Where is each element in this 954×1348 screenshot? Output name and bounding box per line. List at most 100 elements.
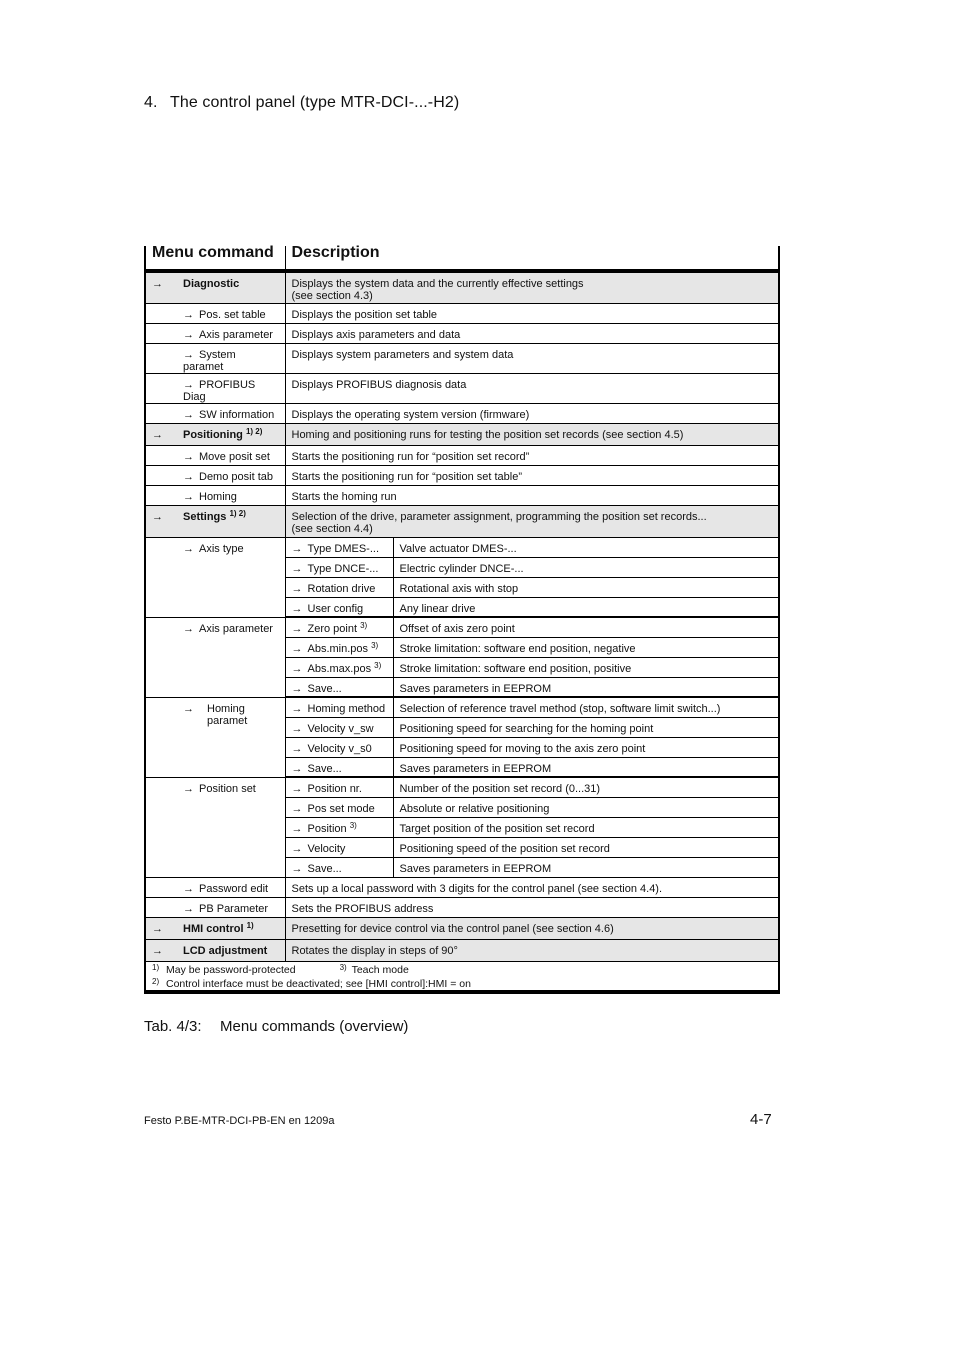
submenu-label: Abs.min.pos <box>307 642 369 655</box>
description-cell: Homing and positioning runs for testing … <box>285 423 780 446</box>
submenu-cell: → Homing method <box>285 697 394 718</box>
description-cell: Stroke limitation: software end position… <box>393 657 780 678</box>
table-row-homing-paramet-1: → Homing paramet → Homing method Selection … <box>144 697 780 778</box>
arrow-right-icon: → <box>291 582 303 595</box>
menu-label: Positioning <box>183 428 243 441</box>
submenu-label: Save... <box>307 682 342 695</box>
arrow-right-icon: → <box>291 822 303 835</box>
submenu-cell: → User config <box>285 597 394 618</box>
arrow-right-icon: → <box>183 378 194 391</box>
description-cell: Selection of the drive, parameter assign… <box>285 505 780 538</box>
menu-label: LCD adjustment <box>183 944 268 957</box>
table-row-password-edit: → Password edit Sets up a local password … <box>144 877 780 898</box>
menu-label: Demo posit tab <box>199 470 273 483</box>
footnote-number: 3) <box>339 962 347 972</box>
menu-label: Axis parameter <box>199 328 273 341</box>
description-cell: Starts the positioning run for “position… <box>285 445 780 466</box>
menu-label: Diagnostic <box>183 278 240 290</box>
header-menu-command: Menu command <box>144 245 286 273</box>
arrow-right-icon: → <box>291 703 303 715</box>
arrow-right-icon: → <box>291 862 303 875</box>
menu-label: Pos. set table <box>199 308 266 321</box>
menu-label: Axis type <box>199 542 244 555</box>
menu-cell: → PB Parameter <box>144 897 286 918</box>
description-cell: Number of the position set record (0...3… <box>393 777 780 798</box>
table-header-row: Menu command Description <box>144 245 780 273</box>
table-row-profibus-diag: → PROFIBUS Diag Displays PROFIBUS diagnos… <box>144 373 780 404</box>
footnote-ref: 3) <box>360 621 368 630</box>
submenu-cell: → Type DMES-... <box>285 537 394 558</box>
submenu-cell: → Zero point 3) <box>285 617 394 638</box>
arrow-right-icon: → <box>291 542 303 555</box>
arrow-right-icon: → <box>152 944 163 957</box>
menu-cell-position-set: → Position set <box>144 777 286 878</box>
menu-cell: → SW information <box>144 403 286 424</box>
arrow-right-icon: → <box>183 348 194 361</box>
footer-document-id: Festo P.BE-MTR-DCI-PB-EN en 1209a <box>144 1115 335 1127</box>
arrow-right-icon: → <box>183 308 194 321</box>
table-row-system-paramet: → System paramet Displays system paramete… <box>144 343 780 374</box>
submenu-label: Position nr. <box>307 783 362 795</box>
table-row-axis-type-1: → Axis type → Type DMES-... Valve actuator… <box>144 537 780 618</box>
submenu-label: Pos set mode <box>307 802 375 815</box>
table-row-position-set-1: → Position set → Position nr. Number of th… <box>144 777 780 878</box>
description-cell: Any linear drive <box>393 597 780 618</box>
arrow-right-icon: → <box>291 682 303 695</box>
submenu-cell: → Rotation drive <box>285 577 394 598</box>
table-row-lcd-adjustment: → LCD adjustment Rotates the display in s… <box>144 939 780 962</box>
submenu-cell: → Save... <box>285 757 394 778</box>
description-cell: Rotates the display in steps of 90° <box>285 939 780 962</box>
submenu-cell: → Velocity v_sw <box>285 717 394 738</box>
menu-cell: → Demo posit tab <box>144 465 286 486</box>
arrow-right-icon: → <box>291 802 303 815</box>
menu-label: Move posit set <box>199 450 270 463</box>
table-caption: Tab. 4/3: Menu commands (overview) <box>144 1018 408 1035</box>
submenu-cell: → Position nr. <box>285 777 394 798</box>
arrow-right-icon: → <box>183 782 194 795</box>
description-line: (see section 4.4) <box>291 522 373 535</box>
description-cell: Saves parameters in EEPROM <box>393 857 780 878</box>
submenu-label: Type DMES-... <box>307 542 380 555</box>
table-row-positioning: → Positioning 1) 2) Homing and positionin… <box>144 423 780 446</box>
menu-cell: → Homing <box>144 485 286 506</box>
menu-cell: → Diagnostic <box>144 271 286 304</box>
submenu-cell: → Position 3) <box>285 817 394 838</box>
arrow-right-icon: → <box>291 623 303 635</box>
menu-label: SW information <box>199 408 275 421</box>
arrow-right-icon: → <box>183 328 194 341</box>
arrow-right-icon: → <box>183 470 194 483</box>
footnote-text: Teach mode <box>351 963 409 976</box>
submenu-label: Type DNCE-... <box>307 562 379 575</box>
table-row-pos-set-table: → Pos. set table Displays the position se… <box>144 303 780 324</box>
footnote-line: 1) May be password-protected 3) Teach mode <box>152 962 772 976</box>
menu-cell: → System paramet <box>144 343 286 374</box>
footnote-line: 2) Control interface must be deactivated;… <box>152 976 772 990</box>
menu-cell: → Positioning 1) 2) <box>144 423 286 446</box>
menu-commands-table-wrapper: Menu command Description → Diagnostic Dis… <box>144 245 780 994</box>
description-cell: Offset of axis zero point <box>393 617 780 638</box>
description-cell: Sets up a local password with 3 digits f… <box>285 877 780 898</box>
arrow-right-icon: → <box>291 662 303 675</box>
submenu-label: Save... <box>307 862 342 875</box>
description-cell: Absolute or relative positioning <box>393 797 780 818</box>
chapter-heading: 4. The control panel (type MTR-DCI-...-H2… <box>144 94 459 112</box>
table-row-axis-parameter-diag: → Axis parameter Displays axis parameters… <box>144 323 780 344</box>
arrow-right-icon: → <box>183 450 194 463</box>
menu-cell: → Password edit <box>144 877 286 898</box>
chapter-title: The control panel (type MTR-DCI-...-H2) <box>170 94 460 111</box>
description-cell: Positioning speed for moving to the axis… <box>393 737 780 758</box>
description-cell: Positioning speed of the position set re… <box>393 837 780 858</box>
arrow-right-icon: → <box>291 722 303 735</box>
submenu-label: Save... <box>307 762 342 775</box>
menu-cell: → HMI control 1) <box>144 917 286 940</box>
description-cell: Saves parameters in EEPROM <box>393 677 780 698</box>
table-row-settings: → Settings 1) 2) Selection of the drive, … <box>144 505 780 538</box>
description-cell: Rotational axis with stop <box>393 577 780 598</box>
table-footnotes-row: 1) May be password-protected 3) Teach mode … <box>144 961 780 994</box>
menu-cell-homing-paramet: → Homing paramet <box>144 697 286 778</box>
arrow-right-icon: → <box>152 510 163 523</box>
submenu-label: Abs.max.pos <box>307 662 372 675</box>
arrow-right-icon: → <box>291 562 303 575</box>
submenu-label: Velocity v_sw <box>307 722 374 735</box>
footnote-ref: 1) 2) <box>245 426 263 436</box>
